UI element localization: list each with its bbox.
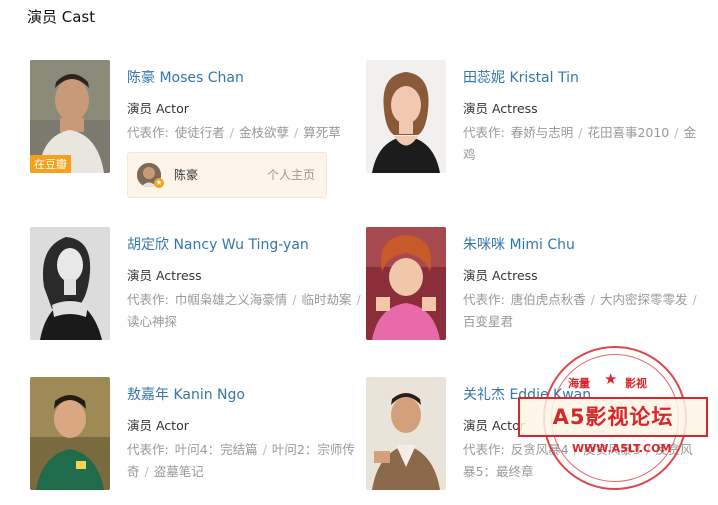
work-link[interactable]: 叶问4：完结篇 — [175, 442, 258, 457]
works-list: 代表作: 使徒行者 / 金枝欲孽 / 算死草 — [127, 125, 341, 140]
work-link[interactable]: 春娇与志明 — [511, 125, 574, 140]
personal-homepage-card[interactable]: ★ 陈豪 个人主页 — [127, 152, 327, 198]
cast-photo[interactable] — [366, 60, 446, 173]
work-link[interactable]: 盗墓笔记 — [154, 464, 204, 479]
portrait-image — [30, 227, 110, 340]
work-link[interactable]: 算死草 — [303, 125, 341, 140]
work-link[interactable]: 读心神探 — [127, 314, 177, 329]
cast-role: 演员 Actress — [463, 268, 538, 283]
portrait-image — [366, 227, 446, 340]
cast-name-link[interactable]: 朱咪咪 Mimi Chu — [463, 234, 575, 254]
work-link[interactable]: 巾帼枭雄之义海豪情 — [175, 292, 288, 307]
douban-badge[interactable]: 在豆瓣 — [30, 155, 71, 173]
homepage-name: 陈豪 — [174, 168, 199, 182]
works-label: 代表作: — [127, 125, 169, 140]
works-label: 代表作: — [463, 292, 505, 307]
cast-photo[interactable] — [366, 377, 446, 490]
watermark-top-left: 海量 — [568, 377, 590, 390]
cast-photo[interactable] — [30, 377, 110, 490]
works-label: 代表作: — [463, 442, 505, 457]
cast-card: 敖嘉年 Kanin Ngo 演员 Actor 代表作: 叶问4：完结篇 / 叶问2：宗… — [30, 377, 360, 497]
work-link[interactable]: 金枝欲孽 — [239, 125, 289, 140]
cast-card: 朱咪咪 Mimi Chu 演员 Actress 代表作: 唐伯虎点秋香 / 大内密探零… — [366, 227, 697, 347]
cast-name-link[interactable]: 陈豪 Moses Chan — [127, 67, 244, 87]
cast-role: 演员 Actress — [463, 101, 538, 116]
cast-name-link[interactable]: 田蕊妮 Kristal Tin — [463, 67, 579, 87]
cast-card: 胡定欣 Nancy Wu Ting-yan 演员 Actress 代表作: 巾帼枭… — [30, 227, 361, 347]
cast-card: 田蕊妮 Kristal Tin 演员 Actress 代表作: 春娇与志明 / 花田喜… — [366, 60, 696, 180]
cast-photo[interactable]: 在豆瓣 — [30, 60, 110, 173]
works-list: 代表作: 巾帼枭雄之义海豪情 / 临时劫案/读心神探 — [127, 292, 361, 329]
portrait-image — [30, 377, 110, 490]
works-list: 代表作: 春娇与志明 / 花田喜事2010/金鸡 — [463, 125, 696, 162]
work-link[interactable]: 使徒行者 — [175, 125, 225, 140]
section-title: 演员 Cast — [27, 8, 96, 26]
watermark-star-icon: ★ — [604, 370, 618, 388]
cast-role: 演员 Actress — [127, 268, 202, 283]
works-list: 代表作: 叶问4：完结篇 / 叶问2：宗师传奇 / 盗墓笔记 — [127, 442, 355, 479]
watermark-brand: A5影视论坛 — [518, 397, 708, 437]
watermark-url: WWW.A5LT.COM — [572, 442, 672, 455]
work-link[interactable]: 百变星君 — [463, 314, 513, 329]
cast-role: 演员 Actor — [127, 418, 189, 433]
works-list: 代表作: 唐伯虎点秋香 / 大内密探零零发/百变星君 — [463, 292, 697, 329]
verified-star-icon: ★ — [154, 178, 164, 188]
works-label: 代表作: — [127, 292, 169, 307]
cast-role: 演员 Actor — [127, 101, 189, 116]
portrait-image — [366, 60, 446, 173]
cast-photo[interactable] — [30, 227, 110, 340]
homepage-link[interactable]: 个人主页 — [267, 166, 315, 183]
work-link[interactable]: 唐伯虎点秋香 — [511, 292, 586, 307]
work-link[interactable]: 临时劫案 — [301, 292, 351, 307]
works-label: 代表作: — [127, 442, 169, 457]
cast-name-link[interactable]: 胡定欣 Nancy Wu Ting-yan — [127, 234, 309, 254]
work-link[interactable]: 大内密探零零发 — [600, 292, 688, 307]
cast-card: 在豆瓣 陈豪 Moses Chan 演员 Actor 代表作: 使徒行者 / 金枝欲孽… — [30, 60, 360, 200]
works-label: 代表作: — [463, 125, 505, 140]
cast-name-link[interactable]: 敖嘉年 Kanin Ngo — [127, 384, 245, 404]
cast-role: 演员 Actor — [463, 418, 525, 433]
cast-photo[interactable] — [366, 227, 446, 340]
portrait-image — [366, 377, 446, 490]
work-link[interactable]: 花田喜事2010 — [587, 125, 669, 140]
watermark-top-right: 影视 — [625, 377, 647, 390]
